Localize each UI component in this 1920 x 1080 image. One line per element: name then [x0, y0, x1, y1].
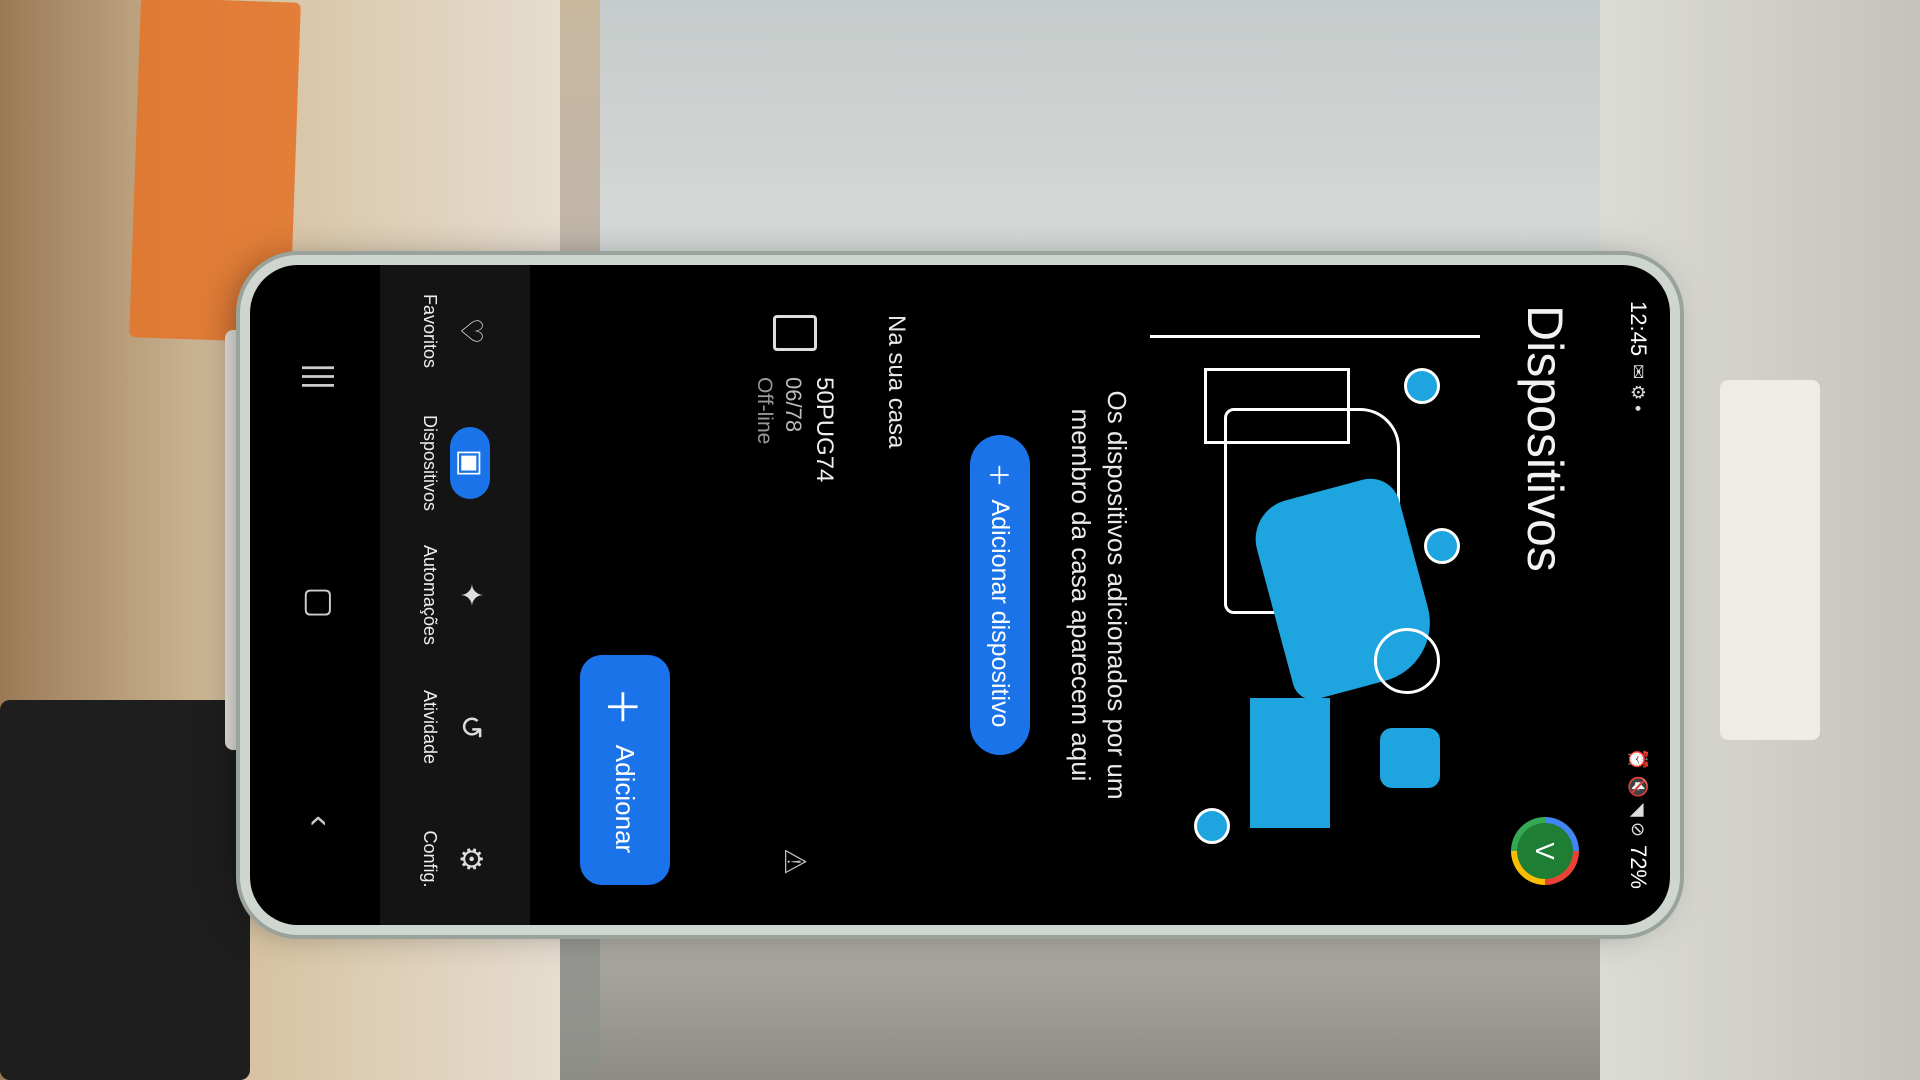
device-name: 50PUG74: [811, 377, 838, 483]
warning-icon: ⚠: [778, 848, 812, 875]
device-status: Off-line: [753, 377, 776, 445]
plus-icon: ＋: [984, 462, 1012, 488]
page-title: Dispositivos: [1517, 305, 1573, 572]
empty-state-message: Os dispositivos adicionados por um membr…: [1066, 390, 1132, 800]
nav-dispositivos[interactable]: ▣ Dispositivos: [420, 403, 491, 523]
heart-badge-icon: [1424, 528, 1460, 564]
nav-label: Favoritos: [420, 293, 441, 369]
plus-icon: ＋: [599, 686, 643, 727]
bottom-navigation: ♡ Favoritos ▣ Dispositivos ✦ Automações …: [380, 265, 530, 925]
device-list-item[interactable]: 50PUG74 06/78 Off-line ⚠: [740, 315, 850, 875]
section-title: Na sua casa: [883, 315, 910, 449]
back-icon[interactable]: ‹: [301, 815, 340, 826]
nav-atividade[interactable]: ↺ Atividade: [420, 667, 491, 787]
recents-icon[interactable]: |||: [301, 363, 340, 390]
heart-badge-icon: [1404, 368, 1440, 404]
status-bar: 12:45 ✉ ⚙ • ⏰ 🔇 ◥ ⊘ 72%: [1618, 301, 1658, 889]
phone-holder-right: [1720, 380, 1820, 740]
app-header: Dispositivos V: [1490, 305, 1600, 885]
home-icon[interactable]: ▢: [300, 587, 340, 619]
background-window: [600, 0, 1600, 300]
heart-badge-icon: [1194, 808, 1230, 844]
tv-icon: [773, 315, 817, 351]
empty-state-illustration: [1150, 335, 1480, 858]
sparkle-icon: ✦: [454, 582, 487, 608]
heart-icon: ♡: [454, 317, 487, 345]
nav-label: Automações: [420, 544, 441, 646]
dark-object: [0, 700, 250, 1080]
nav-label: Atividade: [420, 689, 441, 765]
system-navigation: ||| ▢ ‹: [280, 265, 360, 925]
nav-config[interactable]: ⚙ Config.: [420, 799, 491, 919]
account-avatar[interactable]: V: [1511, 817, 1579, 885]
head-drawing: [1374, 628, 1440, 694]
nav-automacoes[interactable]: ✦ Automações: [420, 535, 491, 655]
history-icon: ↺: [454, 714, 487, 740]
gear-icon: ⚙: [454, 845, 487, 873]
signal-icons: ⏰ 🔇 ◥ ⊘: [1628, 748, 1649, 837]
phone-screen: 12:45 ✉ ⚙ • ⏰ 🔇 ◥ ⊘ 72% Dispositivos V O…: [250, 265, 1670, 925]
status-time: 12:45: [1626, 301, 1651, 357]
fab-label: Adicionar: [610, 744, 641, 854]
nav-label: Dispositivos: [420, 414, 441, 512]
add-device-button[interactable]: ＋ Adicionar dispositivo: [970, 435, 1030, 755]
avatar-letter: V: [1517, 823, 1573, 879]
tv-drawing: [1250, 698, 1330, 828]
camera-drawing: [1380, 728, 1440, 788]
add-device-label: Adicionar dispositivo: [986, 499, 1015, 728]
nav-label: Config.: [420, 830, 441, 888]
device-model: 06/78: [781, 377, 806, 433]
battery-level: 72%: [1626, 844, 1651, 889]
add-fab-button[interactable]: ＋ Adicionar: [580, 655, 670, 885]
notification-icons: ✉ ⚙ •: [1628, 364, 1649, 412]
nav-favoritos[interactable]: ♡ Favoritos: [420, 271, 491, 391]
devices-icon: ▣: [450, 427, 491, 499]
